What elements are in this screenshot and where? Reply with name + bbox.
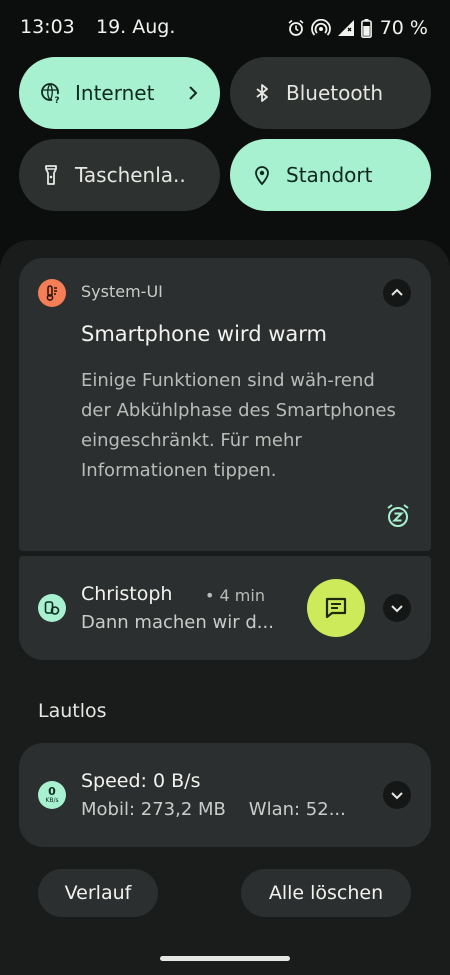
tile-label: Taschenla.. (75, 163, 186, 187)
thermometer-icon (38, 279, 66, 307)
tile-internet[interactable]: ? Internet (19, 57, 220, 129)
tile-label: Bluetooth (286, 81, 384, 105)
tile-location[interactable]: Standort (230, 139, 431, 211)
gesture-home-bar[interactable] (160, 956, 290, 961)
messenger-app-icon (38, 594, 66, 622)
notification-message[interactable]: Christoph • 4 min Dann machen wir d... (19, 556, 431, 660)
notification-speed[interactable]: 0 KB/s Speed: 0 B/s Mobil: 273,2 MB Wlan… (19, 743, 431, 847)
message-bubble-icon (325, 597, 347, 619)
flashlight-icon (39, 163, 63, 187)
tile-bluetooth[interactable]: Bluetooth (230, 57, 431, 129)
signal-icon (337, 20, 354, 36)
bluetooth-icon (250, 81, 274, 105)
collapse-button[interactable] (383, 279, 411, 307)
notification-title: Smartphone wird warm (81, 322, 327, 346)
svg-text:?: ? (54, 96, 59, 104)
chevron-right-icon (186, 81, 200, 109)
speed-icon-unit: KB/s (45, 796, 59, 804)
tile-label: Standort (286, 163, 373, 187)
battery-icon (360, 18, 372, 38)
status-icons: 70 % (287, 17, 428, 39)
notification-body: Einige Funktionen sind wäh-rend der Abkü… (81, 370, 396, 481)
expand-button[interactable] (383, 594, 411, 622)
speed-icon-value: 0 (48, 784, 56, 798)
section-label-silent: Lautlos (38, 700, 107, 722)
chevron-up-icon (391, 288, 403, 296)
expand-button[interactable] (383, 781, 411, 809)
battery-percent: 70 % (379, 17, 428, 39)
speed-detail: Mobil: 273,2 MB Wlan: 52... (81, 799, 346, 820)
reply-button[interactable] (307, 579, 365, 637)
snooze-icon[interactable] (385, 503, 411, 533)
chevron-down-icon (391, 605, 403, 613)
clock: 13:03 (20, 16, 75, 38)
message-preview: Dann machen wir d... (81, 612, 274, 633)
globe-icon: ? (39, 81, 63, 105)
clear-all-button[interactable]: Alle löschen (241, 869, 411, 917)
notification-app-name: System-UI (81, 282, 163, 301)
notification-system-ui[interactable]: System-UI Smartphone wird warm Einige Fu… (19, 258, 431, 551)
history-button[interactable]: Verlauf (38, 869, 158, 917)
tile-flashlight[interactable]: Taschenla.. (19, 139, 220, 211)
date: 19. Aug. (96, 16, 176, 38)
speed-meter-icon: 0 KB/s (38, 781, 66, 809)
location-pin-icon (250, 163, 274, 187)
message-sender: Christoph (81, 583, 173, 605)
alarm-icon (288, 19, 304, 36)
message-time: • 4 min (205, 586, 265, 605)
status-bar: 13:03 19. Aug. 70 % (0, 0, 450, 58)
hotspot-icon (310, 19, 331, 36)
tile-label: Internet (75, 81, 155, 105)
speed-title: Speed: 0 B/s (81, 770, 201, 792)
chevron-down-icon (391, 792, 403, 800)
